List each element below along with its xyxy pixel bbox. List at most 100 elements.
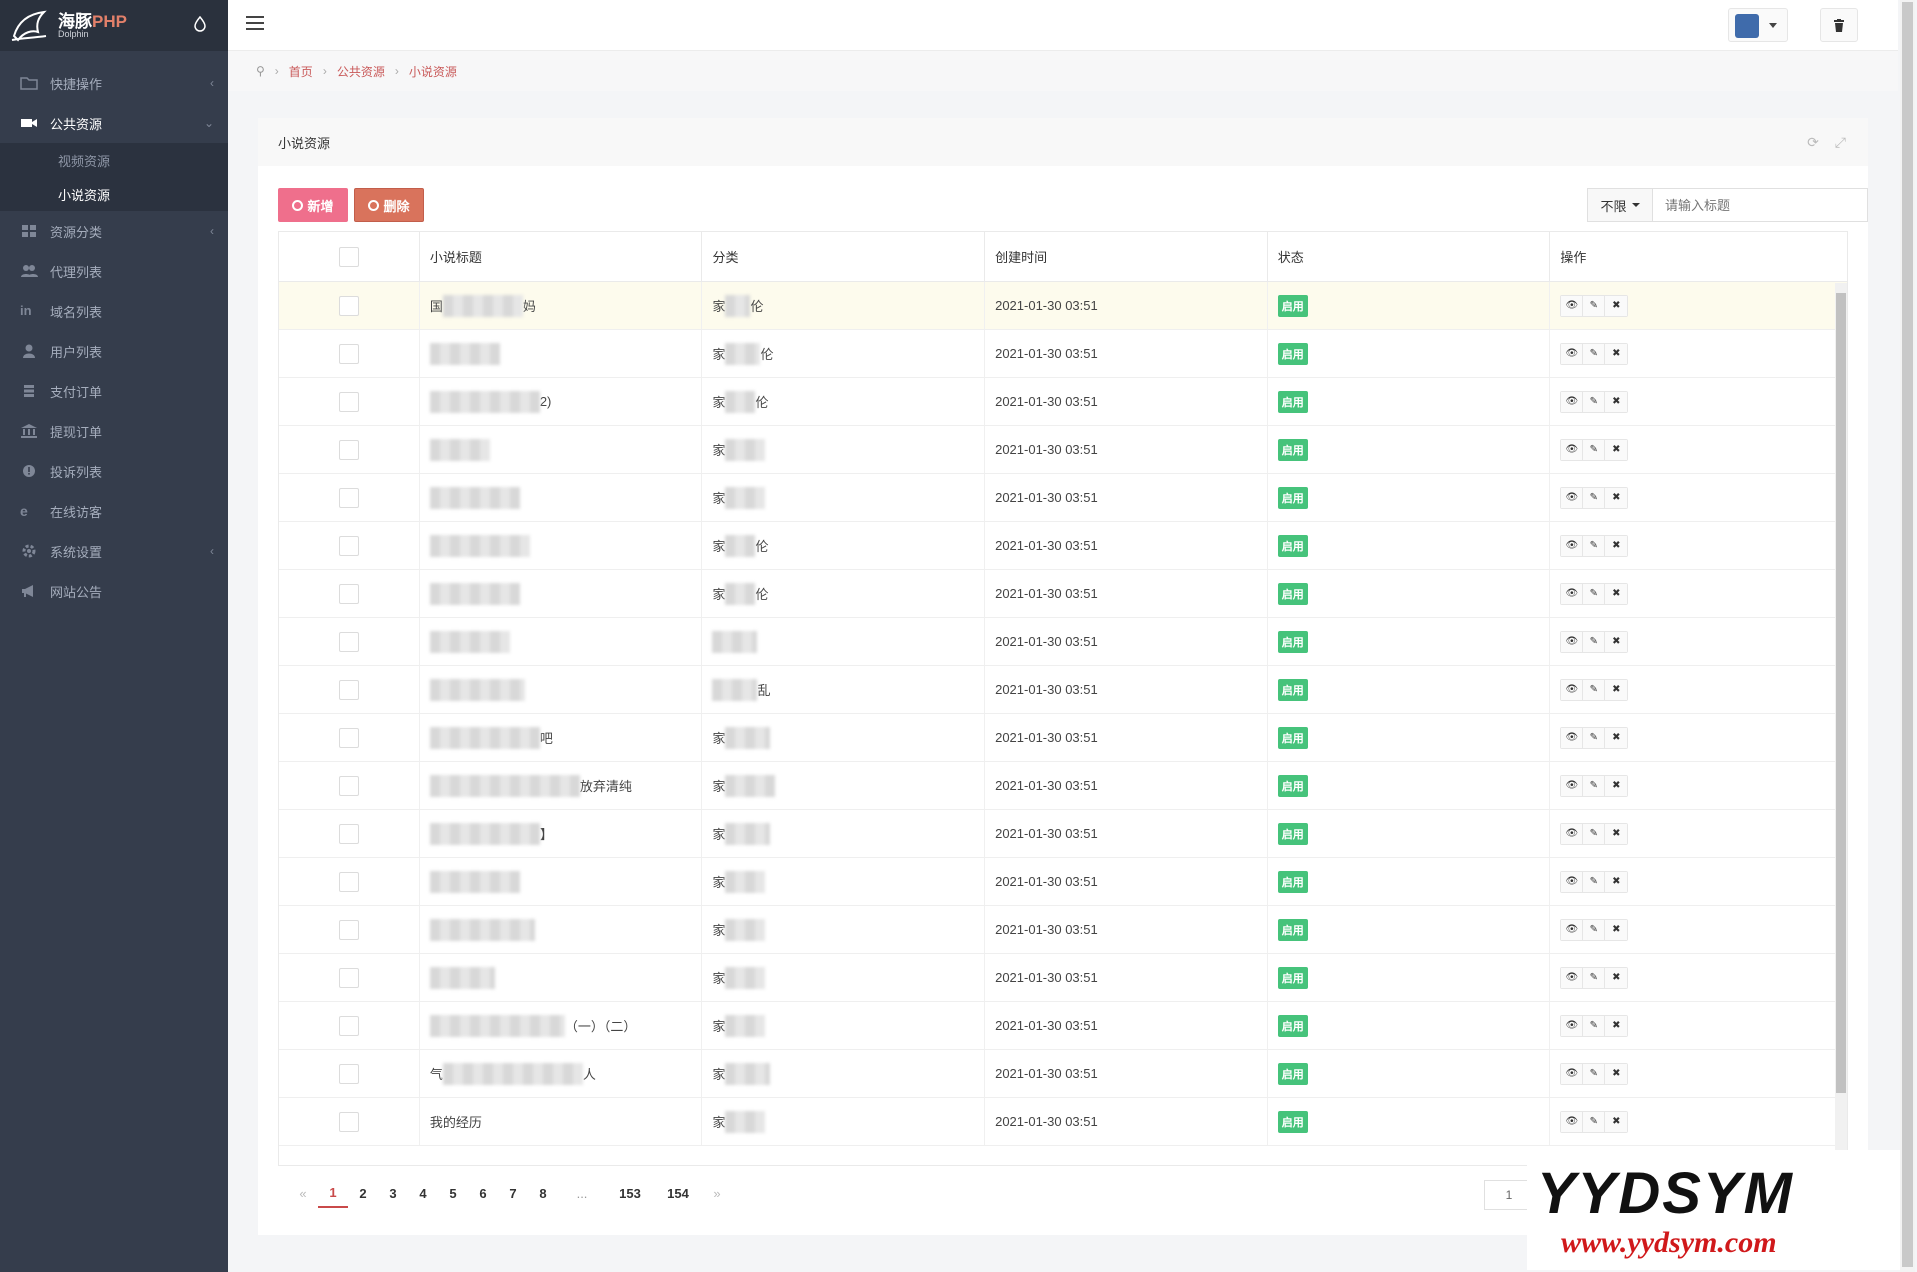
sidebar-item-visitors[interactable]: e 在线访客 [0,491,228,531]
edit-pencil-icon[interactable]: ✎ [1583,439,1606,460]
view-eye-icon[interactable]: 👁 [1561,487,1584,508]
edit-pencil-icon[interactable]: ✎ [1583,535,1606,556]
row-checkbox[interactable] [338,487,359,508]
delete-x-icon[interactable]: ✖ [1605,487,1628,508]
view-eye-icon[interactable]: 👁 [1561,583,1584,604]
view-eye-icon[interactable]: 👁 [1561,295,1584,316]
pagination-page[interactable]: 7 [498,1178,528,1208]
delete-x-icon[interactable]: ✖ [1605,535,1628,556]
pagination-page[interactable]: 4 [408,1178,438,1208]
header-created[interactable]: 创建时间 [985,232,1268,281]
view-eye-icon[interactable]: 👁 [1561,919,1584,940]
status-badge[interactable]: 启用 [1277,294,1308,317]
status-badge[interactable]: 启用 [1277,774,1308,797]
status-badge[interactable]: 启用 [1277,534,1308,557]
pagination-page[interactable]: 2 [348,1178,378,1208]
sidebar-item-agents[interactable]: 代理列表 [0,251,228,291]
filter-select[interactable]: 不限 [1587,188,1653,222]
pagination-prev[interactable]: « [288,1178,318,1208]
delete-x-icon[interactable]: ✖ [1605,679,1628,700]
status-badge[interactable]: 启用 [1277,1110,1308,1133]
delete-x-icon[interactable]: ✖ [1605,631,1628,652]
brand[interactable]: 海豚PHP Dolphin [0,0,228,51]
add-button[interactable]: 新增 [278,188,348,222]
delete-x-icon[interactable]: ✖ [1605,1015,1628,1036]
table-row[interactable]: （一）（二）家 2021-01-30 03:51 启用 👁 ✎ ✖ [279,1002,1847,1050]
refresh-icon[interactable]: ⟳ [1807,134,1819,151]
edit-pencil-icon[interactable]: ✎ [1583,679,1606,700]
edit-pencil-icon[interactable]: ✎ [1583,295,1606,316]
view-eye-icon[interactable]: 👁 [1561,967,1584,988]
delete-x-icon[interactable]: ✖ [1605,727,1628,748]
edit-pencil-icon[interactable]: ✎ [1583,967,1606,988]
breadcrumb-level1[interactable]: 公共资源 [337,63,385,80]
row-checkbox[interactable] [338,439,359,460]
sidebar-subitem-video[interactable]: 视频资源 [0,143,228,177]
row-checkbox[interactable] [338,343,359,364]
status-badge[interactable]: 启用 [1277,390,1308,413]
status-badge[interactable]: 启用 [1277,726,1308,749]
edit-pencil-icon[interactable]: ✎ [1583,727,1606,748]
edit-pencil-icon[interactable]: ✎ [1583,1111,1606,1132]
pagination-page[interactable]: ... [558,1178,606,1208]
header-status[interactable]: 状态 [1268,232,1551,281]
row-checkbox[interactable] [338,871,359,892]
status-badge[interactable]: 启用 [1277,870,1308,893]
status-badge[interactable]: 启用 [1277,966,1308,989]
edit-pencil-icon[interactable]: ✎ [1583,391,1606,412]
pagination-page[interactable]: 153 [606,1178,654,1208]
droplet-icon[interactable] [194,16,206,32]
sidebar-item-public-resources[interactable]: 公共资源 ⌄ [0,103,228,143]
delete-x-icon[interactable]: ✖ [1605,919,1628,940]
sidebar-item-domains[interactable]: in 域名列表 [0,291,228,331]
delete-x-icon[interactable]: ✖ [1605,871,1628,892]
delete-button[interactable]: 删除 [354,188,424,222]
pagination-page[interactable]: 6 [468,1178,498,1208]
view-eye-icon[interactable]: 👁 [1561,1111,1584,1132]
status-badge[interactable]: 启用 [1277,1062,1308,1085]
user-menu-button[interactable] [1728,8,1788,42]
delete-x-icon[interactable]: ✖ [1605,391,1628,412]
row-checkbox[interactable] [338,775,359,796]
delete-x-icon[interactable]: ✖ [1605,1111,1628,1132]
delete-x-icon[interactable]: ✖ [1605,583,1628,604]
row-checkbox[interactable] [338,631,359,652]
header-category[interactable]: 分类 [702,232,986,281]
row-checkbox[interactable] [338,295,359,316]
status-badge[interactable]: 启用 [1277,630,1308,653]
table-row[interactable]: 】家 2021-01-30 03:51 启用 👁 ✎ ✖ [279,810,1847,858]
hamburger-menu-icon[interactable] [246,16,264,34]
pagination-page[interactable]: 3 [378,1178,408,1208]
row-checkbox[interactable] [338,919,359,940]
delete-x-icon[interactable]: ✖ [1605,775,1628,796]
view-eye-icon[interactable]: 👁 [1561,775,1584,796]
view-eye-icon[interactable]: 👁 [1561,391,1584,412]
table-row[interactable]: 吧家 2021-01-30 03:51 启用 👁 ✎ ✖ [279,714,1847,762]
status-badge[interactable]: 启用 [1277,1014,1308,1037]
row-checkbox[interactable] [338,727,359,748]
table-row[interactable]: 家 2021-01-30 03:51 启用 👁 ✎ ✖ [279,426,1847,474]
delete-x-icon[interactable]: ✖ [1605,1063,1628,1084]
sidebar-item-users[interactable]: 用户列表 [0,331,228,371]
clear-cache-button[interactable] [1820,8,1858,42]
pagination-page[interactable]: 8 [528,1178,558,1208]
status-badge[interactable]: 启用 [1277,822,1308,845]
table-row[interactable]: 家伦 2021-01-30 03:51 启用 👁 ✎ ✖ [279,570,1847,618]
table-row[interactable]: 家 2021-01-30 03:51 启用 👁 ✎ ✖ [279,858,1847,906]
breadcrumb-home[interactable]: 首页 [289,63,313,80]
row-checkbox[interactable] [338,1015,359,1036]
row-checkbox[interactable] [338,1063,359,1084]
table-row[interactable]: 气人家 2021-01-30 03:51 启用 👁 ✎ ✖ [279,1050,1847,1098]
status-badge[interactable]: 启用 [1277,438,1308,461]
edit-pencil-icon[interactable]: ✎ [1583,583,1606,604]
row-checkbox[interactable] [338,391,359,412]
pagination-page[interactable]: 1 [318,1178,348,1208]
sidebar-subitem-novel[interactable]: 小说资源 [0,177,228,211]
table-row[interactable]: 家伦 2021-01-30 03:51 启用 👁 ✎ ✖ [279,522,1847,570]
view-eye-icon[interactable]: 👁 [1561,679,1584,700]
select-all-checkbox[interactable] [338,246,359,267]
table-row[interactable]: 放弃清纯家 2021-01-30 03:51 启用 👁 ✎ ✖ [279,762,1847,810]
delete-x-icon[interactable]: ✖ [1605,823,1628,844]
edit-pencil-icon[interactable]: ✎ [1583,343,1606,364]
edit-pencil-icon[interactable]: ✎ [1583,775,1606,796]
